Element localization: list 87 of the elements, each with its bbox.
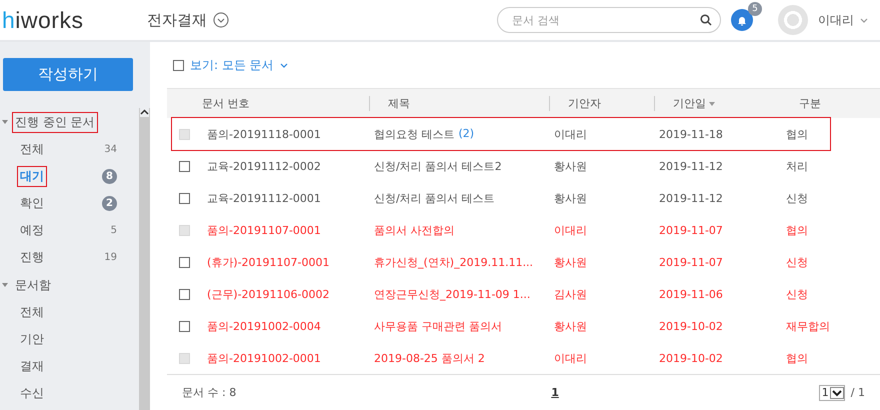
page-select[interactable]: 1 (818, 384, 845, 400)
table-cell-text: 황사원 (554, 254, 588, 270)
column-header[interactable]: 문서 번호 (202, 96, 369, 111)
table-cell-text: 교육-20191112-0001 (207, 190, 322, 206)
sidebar-item[interactable]: 진행 (17, 247, 47, 268)
table-cell-text: 협의 (786, 126, 809, 142)
view-filter[interactable]: 보기: 모든 문서 (190, 56, 274, 74)
checkbox[interactable] (179, 192, 190, 204)
sidebar-item[interactable]: 대기 (17, 166, 47, 187)
logo[interactable]: hiworks (2, 6, 147, 34)
table-cell-text: 2019-11-06 (659, 288, 724, 300)
column-header[interactable]: 기안자 (549, 96, 654, 111)
user-name[interactable]: 이대리 (818, 12, 854, 28)
document-title[interactable]: 휴가신청_(연차)_2019.11.11... (374, 254, 534, 270)
caret-icon (860, 18, 868, 22)
sidebar-item[interactable]: 예정 (17, 220, 47, 241)
checkbox[interactable] (179, 288, 190, 300)
table-cell: 재무합의 (786, 318, 830, 334)
scroll-up-icon[interactable] (140, 108, 149, 117)
table-cell-text: 2019-11-18 (659, 128, 724, 140)
dropdown-icon[interactable] (832, 388, 842, 396)
table-cell-text: (휴가)-20191107-0001 (207, 254, 331, 270)
table-cell-text: 품의-20191107-0001 (207, 222, 322, 238)
checkbox[interactable] (179, 320, 190, 332)
section-title[interactable]: 문서함 (12, 274, 54, 296)
table-cell-text: 황사원 (554, 318, 588, 334)
count-badge: 2 (102, 196, 117, 211)
table-cell-text: 이대리 (554, 222, 588, 238)
count-badge: 8 (102, 169, 117, 184)
table-cell-text: 황사원 (554, 190, 588, 206)
sidebar-item[interactable]: 전체 (17, 139, 47, 160)
checkbox[interactable] (173, 60, 184, 70)
table-cell-text: 2019-11-12 (659, 160, 724, 172)
sidebar-item[interactable]: 전체 (17, 302, 47, 323)
column-header[interactable]: 구분 (781, 96, 880, 111)
table-cell-text: 이대리 (554, 126, 588, 142)
document-title[interactable]: 신청/처리 품의서 테스트2 (374, 158, 502, 174)
table-cell-text: 품의-20191002-0004 (207, 318, 322, 334)
table-cell-text: 신청 (786, 286, 809, 302)
comment-count: (2) (458, 126, 474, 142)
table-cell-text: 협의 (786, 350, 809, 366)
item-count: 5 (110, 225, 117, 236)
document-count: 문서 수 : 8 (182, 385, 236, 400)
table-cell-text: 교육-20191112-0002 (207, 158, 322, 174)
document-title[interactable]: 사무용품 구매관련 품의서 (374, 318, 502, 334)
app-title: 전자결재 (147, 10, 207, 30)
bell-icon (737, 14, 747, 26)
sidebar-item[interactable]: 기안 (17, 329, 47, 350)
table-cell-text: 협의 (786, 222, 809, 238)
checkbox[interactable] (179, 160, 190, 172)
table-cell-text: 2019-11-07 (659, 256, 724, 268)
document-title[interactable]: 연장근무신청_2019-11-09 1... (374, 286, 530, 302)
table-cell-text: 이대리 (554, 350, 588, 366)
page-link[interactable]: 1 (551, 386, 559, 399)
section-title[interactable]: 진행 중인 문서 (12, 112, 98, 132)
table-cell-text: 황사원 (554, 158, 588, 174)
column-header[interactable]: 기안일 (654, 96, 781, 111)
table-cell-text: 2019-10-02 (659, 320, 724, 332)
search-icon[interactable] (700, 14, 712, 26)
search-field[interactable]: 문서 검색 (497, 7, 721, 33)
table-cell-text: 신청 (786, 254, 809, 270)
table-cell-text: 처리 (786, 158, 809, 174)
document-title[interactable]: 신청/처리 품의서 테스트 (374, 190, 495, 206)
checkbox[interactable] (179, 256, 190, 268)
sidebar-item[interactable]: 확인 (17, 193, 47, 214)
table-cell-text: 2019-11-12 (659, 192, 724, 204)
sidebar-item[interactable]: 수신 (17, 383, 47, 404)
notification-count: 5 (748, 2, 762, 16)
notification-button[interactable] (731, 9, 753, 31)
sort-icon[interactable] (709, 102, 715, 106)
sidebar-item[interactable]: 결재 (17, 356, 47, 377)
table-cell-text: 신청 (786, 190, 809, 206)
table-cell-text: 품의-20191118-0001 (207, 126, 322, 142)
compose-button[interactable]: 작성하기 (3, 58, 133, 91)
scrollbar[interactable] (139, 108, 150, 410)
caret-icon[interactable] (2, 120, 8, 124)
item-count: 19 (104, 252, 117, 263)
table-cell-text: 2019-10-02 (659, 352, 724, 364)
page-total: / 1 (850, 386, 865, 399)
table-cell-text: (근무)-20191106-0002 (207, 286, 331, 302)
table-cell-text: 품의-20191002-0001 (207, 350, 322, 366)
table-cell-text: 2019-11-07 (659, 224, 724, 236)
caret-icon[interactable] (2, 283, 8, 287)
table-cell-text: 김사원 (554, 286, 588, 302)
caret-icon (280, 62, 288, 68)
column-header[interactable]: 제목 (369, 96, 549, 111)
item-count: 34 (104, 144, 117, 155)
